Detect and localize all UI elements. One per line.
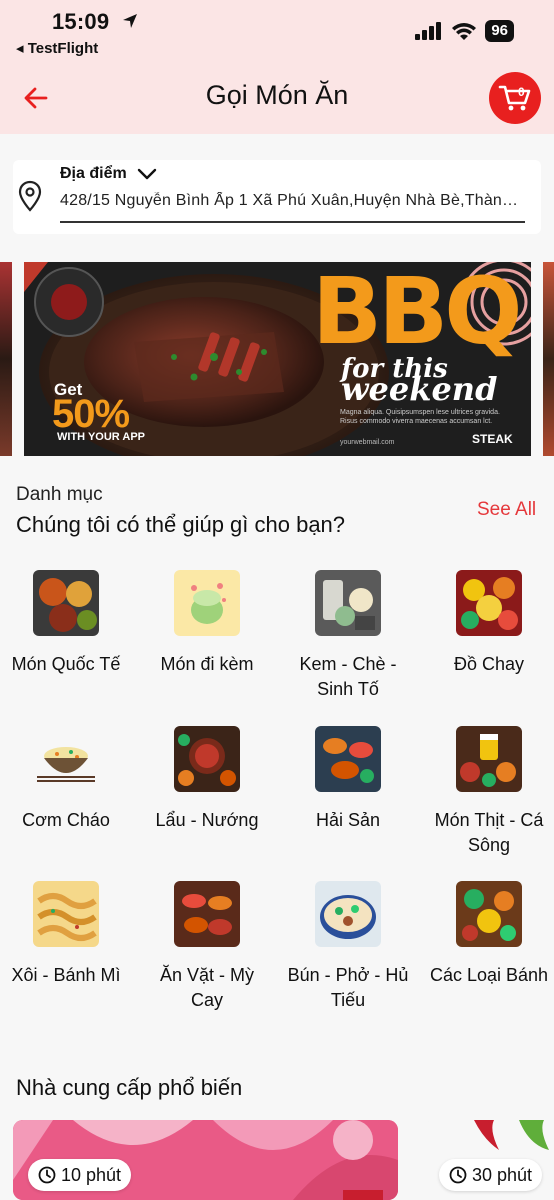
delivery-time: 30 phút <box>472 1164 533 1185</box>
category-label: Lẩu - Nướng <box>155 810 259 830</box>
banner-next-peek[interactable] <box>543 262 554 456</box>
location-arrow-icon <box>123 14 137 28</box>
map-pin-icon <box>18 180 42 212</box>
suppliers-title: Nhà cung cấp phổ biến <box>16 1075 243 1100</box>
meat-fish-icon <box>456 726 522 792</box>
clock-icon <box>449 1166 467 1184</box>
hotpot-grill-icon <box>174 726 240 792</box>
international-food-icon <box>33 570 99 636</box>
banner-brand: STEAK <box>472 432 513 446</box>
banner-copy: Magna aliqua. Quisipsumspen lese ultrice… <box>340 409 500 426</box>
cart-icon <box>498 85 531 111</box>
status-bar: 15:09 ◂ TestFlight 96 <box>0 0 554 62</box>
category-side-dish[interactable]: Món đi kèm <box>138 570 276 677</box>
category-sticky-rice-bread[interactable]: Xôi - Bánh Mì <box>0 881 135 988</box>
banner-website: yourwebmail.com <box>340 439 395 446</box>
clock-icon <box>38 1166 56 1184</box>
cake-icon <box>456 881 522 947</box>
category-snack-noodle[interactable]: Ăn Vặt - Mỳ Cay <box>138 881 276 1013</box>
category-label: Kem - Chè - Sinh Tố <box>299 654 397 699</box>
banner-previous-peek[interactable] <box>0 262 12 456</box>
app-header: Gọi Món Ăn 0 <box>0 62 554 134</box>
category-seafood[interactable]: Hải Sản <box>279 726 417 833</box>
sticky-rice-bread-icon <box>33 881 99 947</box>
delivery-time-badge: 10 phút <box>28 1159 132 1191</box>
category-label: Hải Sản <box>315 810 381 830</box>
address-underline <box>60 221 525 223</box>
noodle-soup-icon <box>315 881 381 947</box>
dessert-icon <box>315 570 381 636</box>
side-dish-icon <box>174 570 240 636</box>
wifi-icon <box>452 23 477 40</box>
category-meat-fish[interactable]: Món Thịt - Cá Sông <box>420 726 554 858</box>
category-label: Cơm Cháo <box>22 810 110 830</box>
delivery-time-badge: 30 phút <box>439 1159 543 1191</box>
chevron-down-icon[interactable] <box>136 167 158 181</box>
promo-banner[interactable]: BBQ for this weekend Magna aliqua. Quisi… <box>24 262 531 456</box>
banner-line2: weekend <box>341 370 498 408</box>
category-title: Chúng tôi có thể giúp gì cho bạn? <box>16 512 346 537</box>
address-field[interactable]: 428/15 Nguyễn Bình Ấp 1 Xã Phú Xuân,Huyệ… <box>60 192 525 210</box>
category-label: Bún - Phở - Hủ Tiếu <box>287 965 409 1010</box>
cart-button[interactable]: 0 <box>489 72 541 124</box>
category-label: Các Loại Bánh <box>429 965 549 985</box>
page-title: Gọi Món Ăn <box>205 80 349 110</box>
category-noodle-soup[interactable]: Bún - Phở - Hủ Tiếu <box>279 881 417 1013</box>
cart-count-badge: 0 <box>518 85 525 99</box>
back-to-testflight-link[interactable]: ◂ TestFlight <box>16 39 98 57</box>
rice-porridge-icon <box>33 726 99 792</box>
category-label: Ăn Vặt - Mỳ Cay <box>159 965 255 1010</box>
category-subtitle: Danh mục <box>16 484 103 505</box>
category-label: Món đi kèm <box>160 654 254 674</box>
category-dessert[interactable]: Kem - Chè - Sinh Tố <box>279 570 417 702</box>
category-label: Đồ Chay <box>453 654 525 674</box>
location-label: Địa điểm <box>60 165 127 182</box>
seafood-icon <box>315 726 381 792</box>
category-cake[interactable]: Các Loại Bánh <box>420 881 554 988</box>
category-label: Xôi - Bánh Mì <box>11 965 121 985</box>
vegetarian-icon <box>456 570 522 636</box>
category-label: Món Quốc Tế <box>11 654 121 674</box>
delivery-time: 10 phút <box>61 1164 122 1185</box>
snack-noodle-icon <box>174 881 240 947</box>
banner-headline: BBQ <box>312 262 522 365</box>
battery-indicator: 96 <box>485 20 514 42</box>
category-international[interactable]: Món Quốc Tế <box>0 570 135 677</box>
promo-app-text: WITH YOUR APP <box>57 431 146 443</box>
signal-icon <box>415 22 442 40</box>
category-vegetarian[interactable]: Đồ Chay <box>420 570 554 677</box>
category-label: Món Thịt - Cá Sông <box>434 810 544 855</box>
status-time: 15:09 <box>52 9 110 34</box>
category-hotpot-grill[interactable]: Lẩu - Nướng <box>138 726 276 833</box>
see-all-link[interactable]: See All <box>477 499 536 521</box>
location-selector[interactable]: Địa điểm 428/15 Nguyễn Bình Ấp 1 Xã Phú … <box>13 160 541 234</box>
status-icons: 96 <box>415 20 514 42</box>
category-rice-porridge[interactable]: Cơm Cháo <box>0 726 135 833</box>
